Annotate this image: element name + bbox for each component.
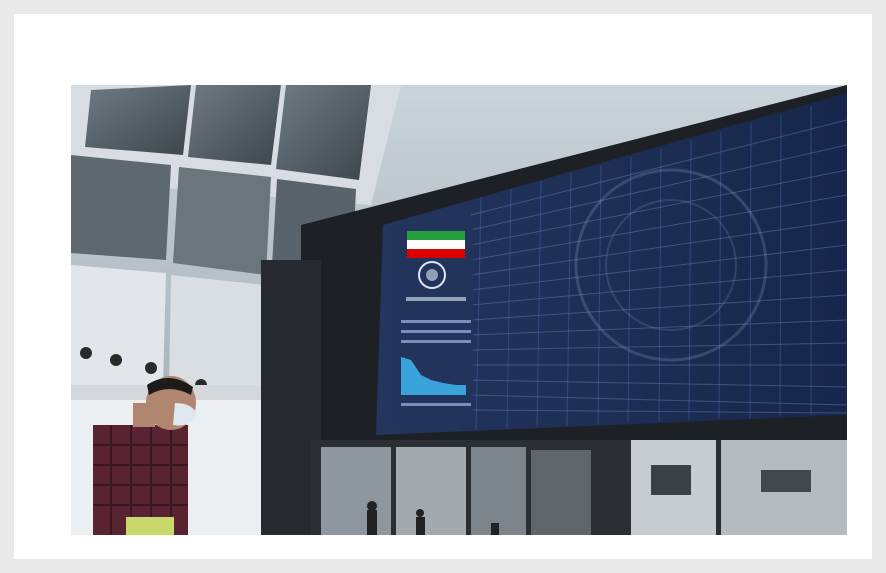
photo-frame: [14, 14, 872, 559]
iran-flag: [407, 231, 465, 258]
lower-glass-storefront: [311, 440, 847, 535]
stock-exchange-photo: [71, 85, 847, 535]
